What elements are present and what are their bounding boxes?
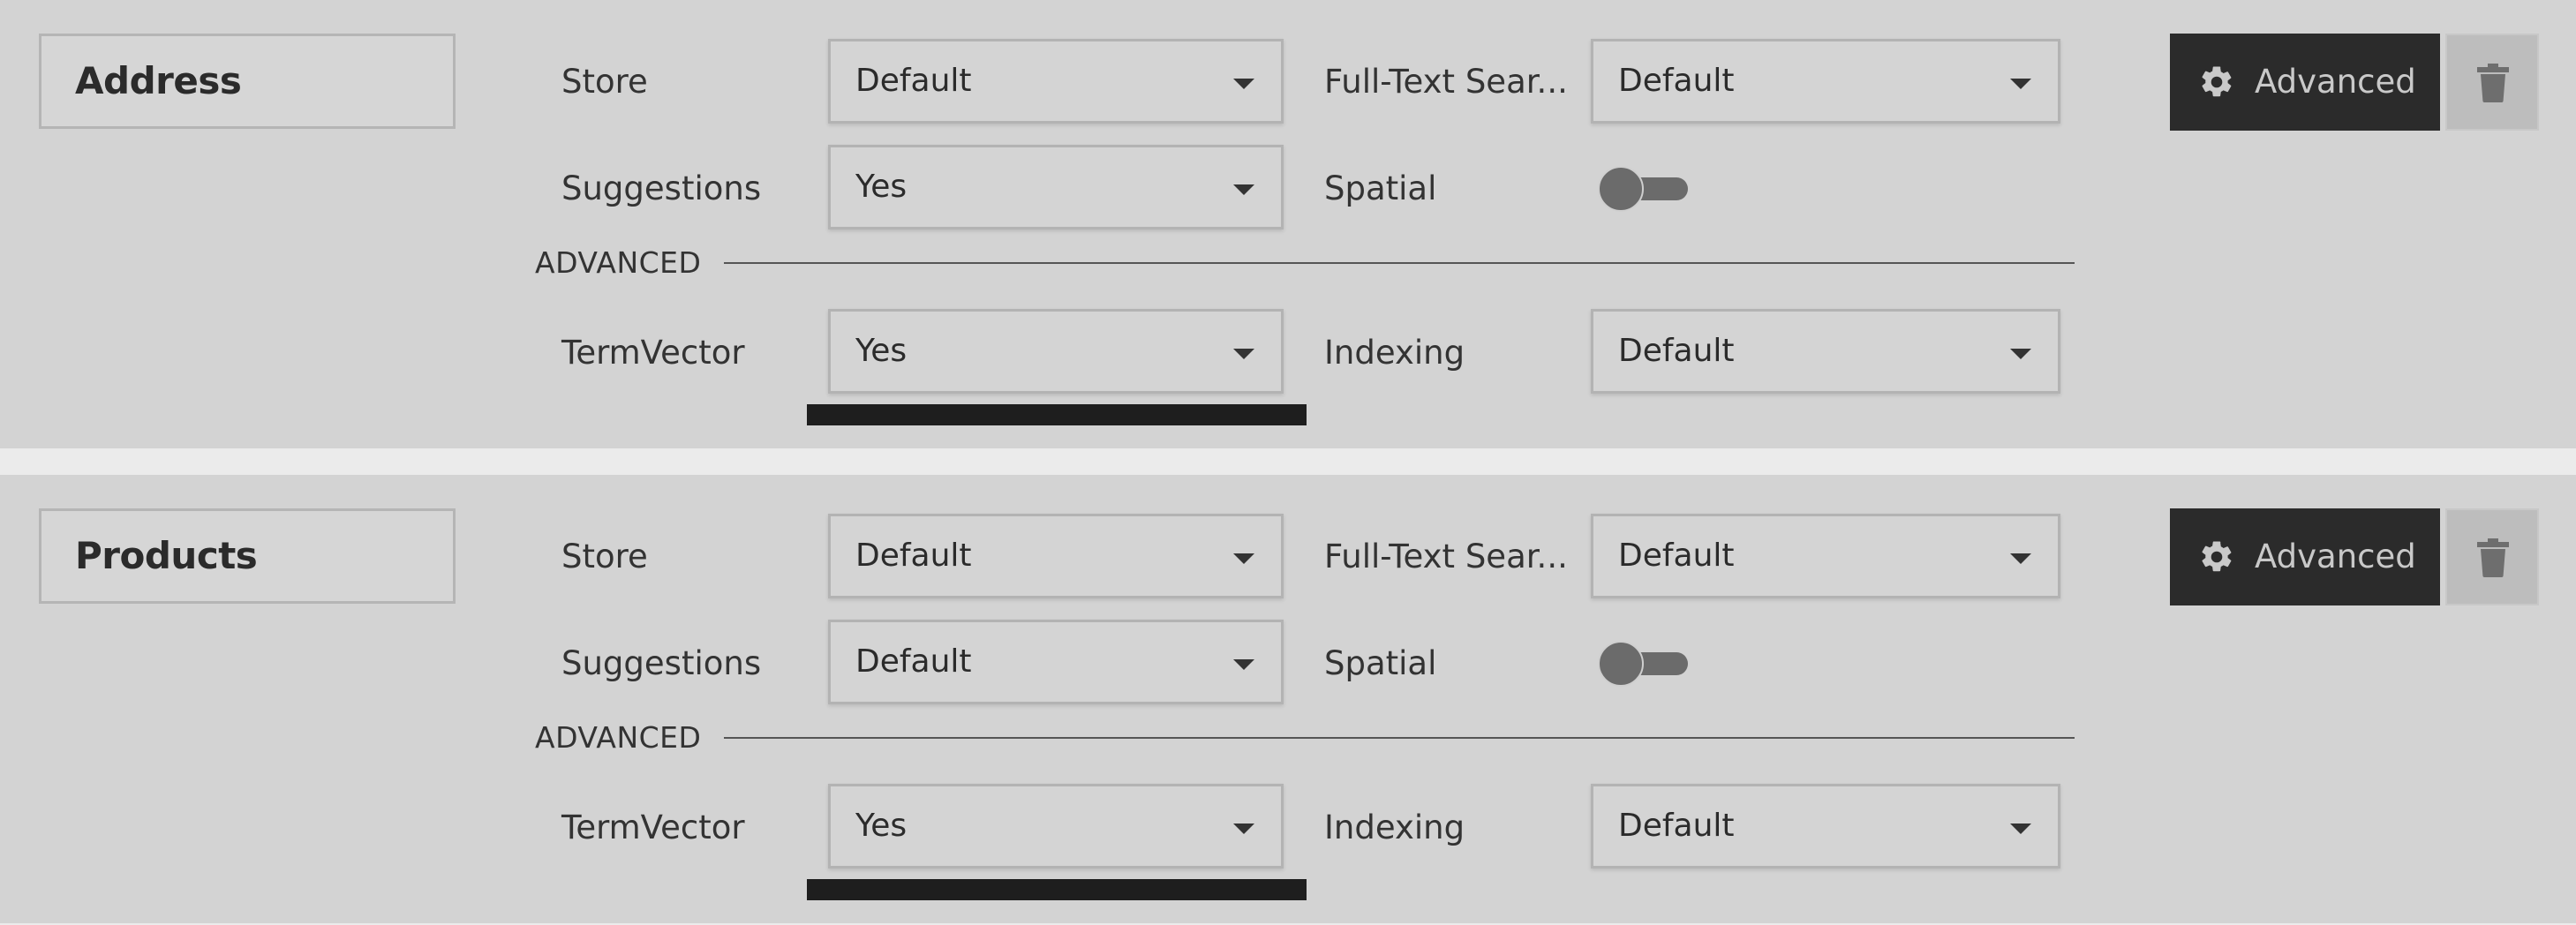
full-text-search-select[interactable]: Default: [1591, 39, 2060, 124]
delete-button[interactable]: [2445, 508, 2539, 605]
toggle-knob: [1598, 641, 1644, 687]
termvector-select[interactable]: Yes: [828, 784, 1284, 869]
suggestions-select-value: Yes: [855, 169, 908, 205]
indexing-select[interactable]: Default: [1591, 784, 2060, 869]
advanced-heading: ADVANCED: [535, 720, 702, 755]
chevron-down-icon: [2010, 79, 2031, 89]
termvector-label: TermVector: [561, 334, 745, 372]
field-section-products: Products Store Default Full-Text Sear...…: [0, 475, 2576, 923]
delete-button[interactable]: [2445, 34, 2539, 131]
advanced-divider: [724, 737, 2075, 739]
store-label: Store: [561, 63, 648, 101]
field-name-input[interactable]: Products: [39, 508, 456, 604]
gear-icon: [2202, 66, 2232, 97]
spatial-label: Spatial: [1324, 644, 1437, 682]
termvector-focus-underline: [807, 404, 1307, 425]
field-section-address: Address Store Default Full-Text Sear... …: [0, 0, 2576, 448]
termvector-label: TermVector: [561, 808, 745, 846]
trash-icon: [2477, 538, 2509, 577]
chevron-down-icon: [1233, 553, 1254, 564]
full-text-search-label: Full-Text Sear...: [1324, 538, 1568, 575]
termvector-select-value: Yes: [855, 333, 908, 369]
chevron-down-icon: [2010, 823, 2031, 834]
full-text-search-label: Full-Text Sear...: [1324, 63, 1568, 101]
store-select-value: Default: [855, 538, 972, 574]
termvector-focus-underline: [807, 879, 1307, 900]
suggestions-select[interactable]: Yes: [828, 145, 1284, 229]
store-label: Store: [561, 538, 648, 575]
store-select-value: Default: [855, 63, 972, 99]
toggle-knob: [1598, 166, 1644, 212]
store-select[interactable]: Default: [828, 514, 1284, 598]
gear-icon: [2202, 541, 2232, 572]
indexing-select-value: Default: [1618, 333, 1735, 369]
advanced-button-label: Advanced: [2255, 538, 2416, 575]
full-text-search-select-value: Default: [1618, 538, 1735, 574]
field-name-input[interactable]: Address: [39, 34, 456, 129]
full-text-search-select-value: Default: [1618, 63, 1735, 99]
spatial-toggle[interactable]: [1598, 164, 1690, 214]
termvector-select-value: Yes: [855, 808, 908, 844]
chevron-down-icon: [1233, 184, 1254, 195]
advanced-heading: ADVANCED: [535, 245, 702, 280]
chevron-down-icon: [1233, 659, 1254, 670]
advanced-divider: [724, 262, 2075, 264]
full-text-search-select[interactable]: Default: [1591, 514, 2060, 598]
indexing-label: Indexing: [1324, 334, 1465, 372]
advanced-button[interactable]: Advanced: [2170, 34, 2440, 131]
advanced-button[interactable]: Advanced: [2170, 508, 2440, 605]
chevron-down-icon: [1233, 823, 1254, 834]
advanced-button-label: Advanced: [2255, 63, 2416, 101]
chevron-down-icon: [2010, 553, 2031, 564]
indexing-label: Indexing: [1324, 808, 1465, 846]
chevron-down-icon: [1233, 349, 1254, 359]
spatial-label: Spatial: [1324, 169, 1437, 207]
suggestions-select-value: Default: [855, 643, 972, 680]
indexing-select-value: Default: [1618, 808, 1735, 844]
spatial-toggle[interactable]: [1598, 639, 1690, 688]
store-select[interactable]: Default: [828, 39, 1284, 124]
indexing-select[interactable]: Default: [1591, 309, 2060, 394]
suggestions-label: Suggestions: [561, 644, 762, 682]
chevron-down-icon: [2010, 349, 2031, 359]
suggestions-select[interactable]: Default: [828, 620, 1284, 704]
suggestions-label: Suggestions: [561, 169, 762, 207]
chevron-down-icon: [1233, 79, 1254, 89]
termvector-select[interactable]: Yes: [828, 309, 1284, 394]
trash-icon: [2477, 64, 2509, 102]
